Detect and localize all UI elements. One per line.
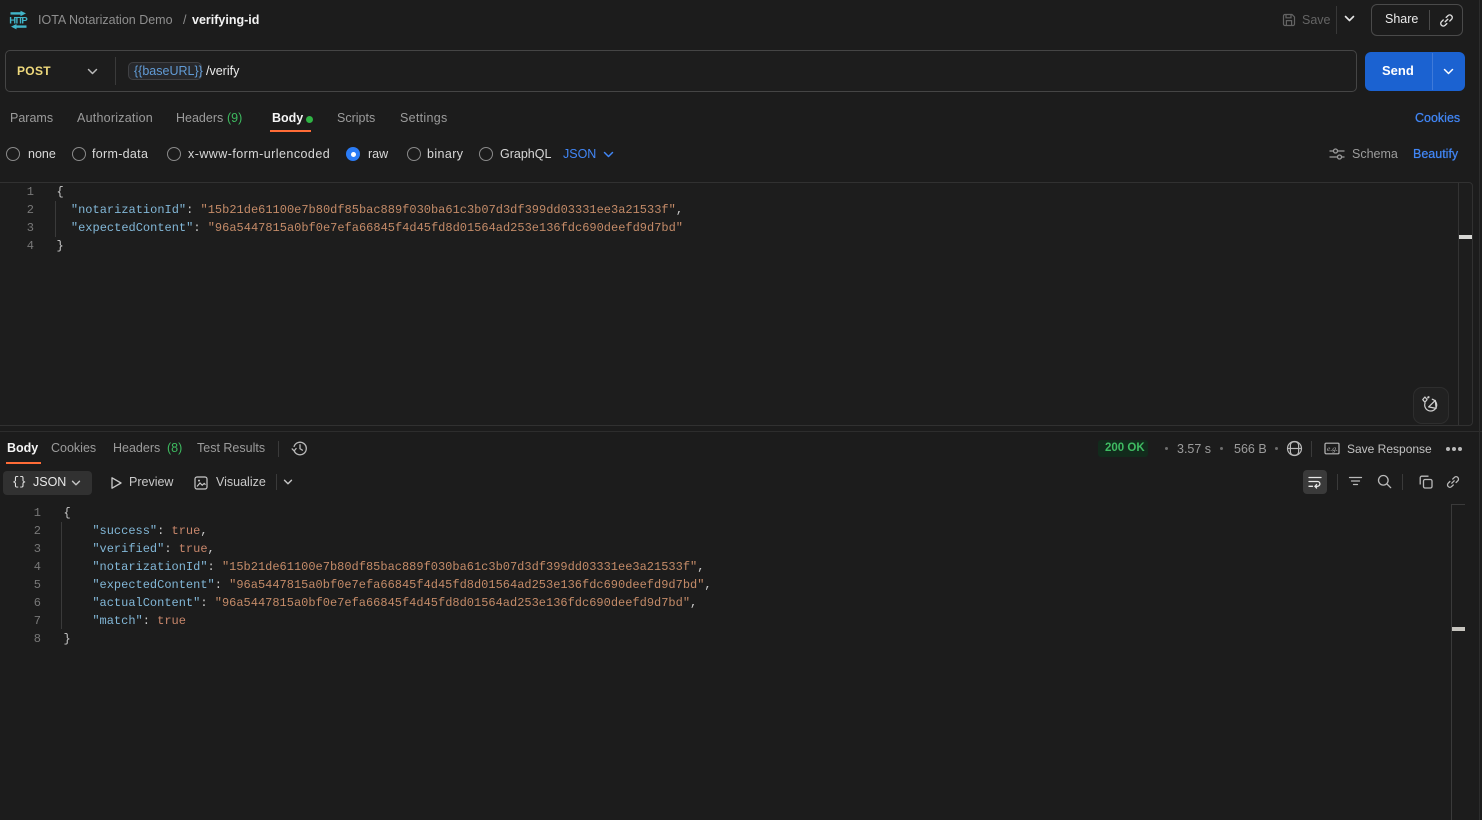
svg-text:e.g.: e.g. bbox=[1327, 444, 1338, 453]
svg-text:HTTP: HTTP bbox=[9, 15, 28, 26]
